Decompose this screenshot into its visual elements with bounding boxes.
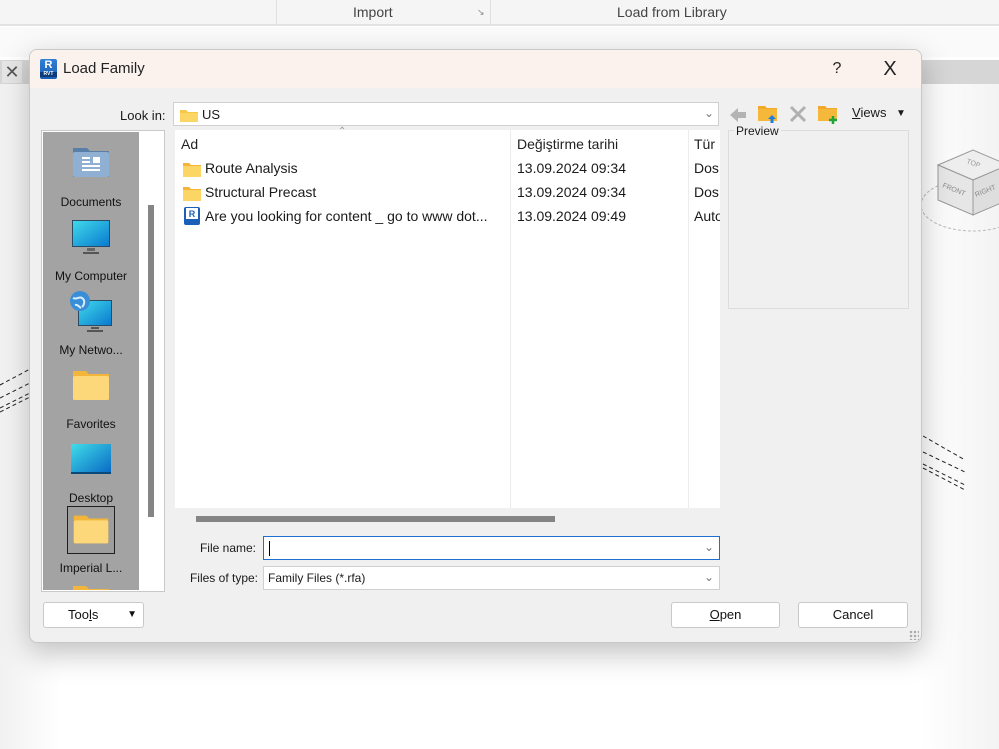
ribbon-separator — [490, 0, 491, 24]
place-my-computer[interactable]: My Computer — [43, 214, 139, 283]
help-button[interactable]: ? — [825, 57, 849, 81]
viewcube[interactable]: TOP FRONT RIGHT — [918, 135, 999, 245]
chevron-down-icon[interactable]: ⌄ — [704, 570, 714, 584]
file-name-input[interactable]: ⌄ — [263, 536, 720, 560]
file-list[interactable]: ⌃ Ad Değiştirme tarihi Tür Route Analysi… — [175, 126, 720, 508]
file-name-label: File name: — [199, 541, 256, 555]
file-name: Structural Precast — [205, 184, 317, 200]
open-mnemonic: O — [709, 607, 720, 622]
place-label: Favorites — [66, 417, 116, 431]
dialog-title: Load Family — [63, 60, 145, 77]
places-list: Documents My Computer My Netwo... Favori… — [43, 132, 139, 590]
model-line-right — [922, 435, 966, 491]
file-type: Dos — [694, 184, 719, 200]
chevron-down-icon[interactable]: ⌄ — [704, 106, 714, 120]
revit-file-icon: R — [184, 207, 200, 225]
folder-icon — [183, 187, 201, 201]
delete-icon[interactable] — [788, 104, 808, 124]
file-list-horizontal-scrollbar[interactable] — [196, 516, 555, 522]
file-type: Dos — [694, 160, 719, 176]
tools-button[interactable]: Tools ▼ — [43, 602, 144, 628]
dialog-titlebar[interactable]: R RVT Load Family ? X — [30, 50, 921, 88]
place-desktop[interactable]: Desktop — [43, 436, 139, 505]
network-icon — [70, 291, 112, 332]
file-modified: 13.09.2024 09:49 — [517, 208, 626, 224]
load-family-dialog: R RVT Load Family ? X Look in: US ⌄ Views… — [29, 49, 922, 643]
folder-icon — [67, 506, 115, 554]
files-of-type-dropdown[interactable]: Family Files (*.rfa) ⌄ — [263, 566, 720, 590]
ribbon-load-from-library-label[interactable]: Load from Library — [617, 4, 727, 20]
file-name: Route Analysis — [205, 160, 298, 176]
tools-label: Too — [68, 607, 89, 622]
place-label: Imperial L... — [59, 561, 123, 575]
resize-grip[interactable] — [909, 630, 919, 640]
views-menu-button[interactable]: Views — [852, 105, 886, 120]
revit-app-icon: R RVT — [40, 59, 57, 79]
column-header-type[interactable]: Tür — [694, 136, 715, 152]
places-scrollbar[interactable] — [148, 205, 154, 517]
documents-icon — [73, 148, 109, 177]
file-type: Auto — [694, 208, 720, 224]
folder-icon — [180, 110, 198, 122]
column-header-name[interactable]: Ad — [181, 136, 198, 152]
open-label: pen — [719, 607, 742, 622]
back-arrow-icon[interactable] — [728, 105, 748, 125]
ribbon-panel-bar: Import ↘ Load from Library — [0, 0, 999, 26]
file-name: Are you looking for content _ go to www … — [205, 208, 488, 224]
preview-pane — [728, 130, 909, 309]
place-documents[interactable]: Documents — [43, 140, 139, 209]
close-view-icon[interactable]: ✕ — [2, 61, 22, 83]
file-row[interactable]: Route Analysis 13.09.2024 09:34 Dos — [175, 157, 720, 181]
views-dropdown-arrow-icon[interactable]: ▼ — [896, 108, 906, 119]
revit-app: Import ↘ Load from Library ✕ TOP FRONT R… — [0, 0, 999, 749]
cancel-button[interactable]: Cancel — [798, 602, 908, 628]
place-label: Documents — [60, 195, 122, 209]
file-row[interactable]: R Are you looking for content _ go to ww… — [175, 205, 720, 229]
look-in-value: US — [202, 107, 221, 122]
folder-icon — [73, 586, 109, 590]
file-modified: 13.09.2024 09:34 — [517, 184, 626, 200]
place-partial[interactable] — [43, 584, 139, 590]
look-in-label: Look in: — [120, 108, 166, 123]
preview-label: Preview — [734, 124, 781, 138]
up-one-level-folder-icon[interactable] — [757, 103, 779, 125]
dropdown-arrow-icon: ▼ — [127, 609, 137, 620]
folder-icon — [73, 371, 109, 400]
places-bar: Documents My Computer My Netwo... Favori… — [41, 130, 165, 592]
place-label: Desktop — [68, 491, 114, 505]
desktop-icon — [71, 444, 111, 474]
place-favorites[interactable]: Favorites — [43, 362, 139, 431]
new-folder-icon[interactable] — [817, 103, 839, 125]
look-in-dropdown[interactable]: US ⌄ — [173, 102, 719, 126]
ribbon-import-panel-label[interactable]: Import — [353, 4, 393, 20]
views-label: iews — [860, 105, 887, 120]
text-cursor — [269, 541, 270, 556]
place-imperial-library[interactable]: Imperial L... — [43, 506, 139, 575]
dialog-launcher-icon[interactable]: ↘ — [477, 7, 485, 18]
files-of-type-value: Family Files (*.rfa) — [268, 571, 366, 585]
folder-icon — [183, 163, 201, 177]
files-of-type-label: Files of type: — [189, 571, 258, 585]
computer-icon — [72, 220, 110, 254]
chevron-down-icon[interactable]: ⌄ — [704, 540, 714, 554]
place-my-network[interactable]: My Netwo... — [43, 288, 139, 357]
place-label: My Computer — [54, 269, 128, 283]
sort-ascending-icon: ⌃ — [338, 126, 347, 137]
place-label: My Netwo... — [59, 343, 123, 357]
ribbon-separator — [276, 0, 277, 24]
column-header-modified[interactable]: Değiştirme tarihi — [517, 136, 618, 152]
tools-label-end: s — [91, 607, 99, 622]
file-modified: 13.09.2024 09:34 — [517, 160, 626, 176]
close-button[interactable]: X — [875, 56, 905, 82]
file-row[interactable]: Structural Precast 13.09.2024 09:34 Dos — [175, 181, 720, 205]
svg-text:R: R — [189, 209, 196, 219]
open-button[interactable]: Open — [671, 602, 780, 628]
